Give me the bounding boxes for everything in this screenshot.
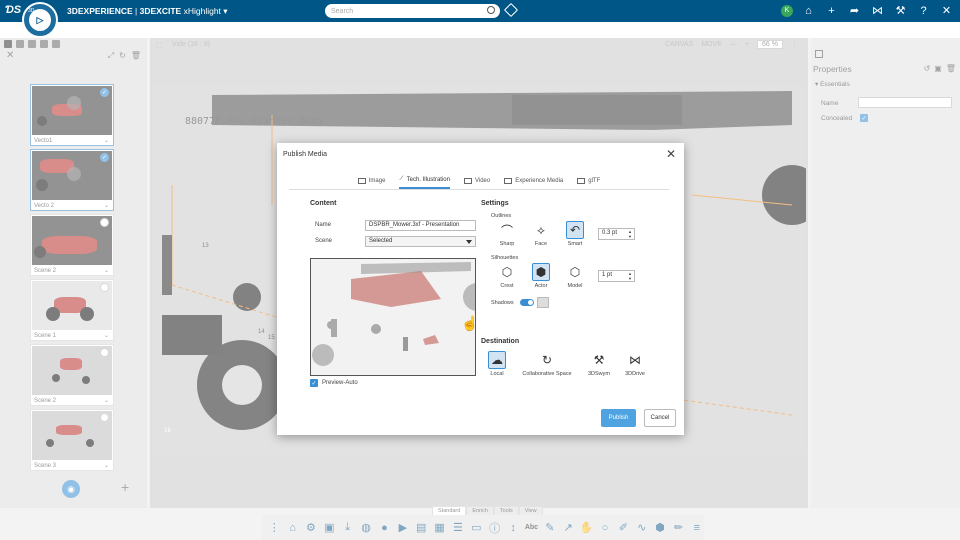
gltf-icon [577,177,586,184]
sharp-icon: ⌒ [500,223,513,238]
media-icon [504,177,513,184]
silhouette-width-stepper[interactable]: 1 pt ▲ ▼ [598,270,635,282]
outline-smart-option[interactable]: ↶ Smart [555,221,595,247]
crest-icon: ⬡ [501,265,513,279]
forward-icon[interactable]: ➦ [847,3,862,18]
tab-gltf[interactable]: glTF [577,174,600,189]
publish-media-dialog: Publish Media ✕ Image ⟋ Tech. Illustratio… [277,143,684,435]
app-title: 3DEXPERIENCE | 3DEXCITE xHighlight ▾ [67,6,228,16]
app-name: 3DEXCITE [139,6,182,16]
app-sub: xHighlight [183,6,221,16]
content-title: Content [310,200,337,207]
dialog-title: Publish Media [283,151,327,158]
compass-icon[interactable]: ▷ 3D V.R [22,2,58,38]
name-input[interactable]: DSPBR_Mower.3xf - Presentation [365,220,476,231]
avatar[interactable]: K [781,4,793,17]
fullscreen-icon[interactable]: ✕ [939,3,954,18]
vector-icon: ⟋ [399,176,404,182]
tools-icon[interactable]: ⚒ [893,3,908,18]
face-icon: ⟡ [537,222,545,237]
help-icon[interactable]: ? [916,3,931,18]
outline-width-stepper[interactable]: 0.3 pt ▲ ▼ [598,228,635,240]
destination-3dswym-option[interactable]: ⚒ 3DSwym [579,351,619,377]
shadows-toggle[interactable] [520,299,534,306]
secondary-strip [0,22,960,38]
scene-select[interactable]: Selected [365,236,476,247]
smart-icon: ↶ [566,221,584,239]
chevron-down-icon [466,240,472,244]
collaborative-space-icon: ↻ [541,353,553,367]
network-icon[interactable]: ⋈ [870,3,885,18]
preview-auto-checkbox[interactable]: ✓ [310,379,318,387]
add-icon[interactable]: + [824,3,839,18]
destination-title: Destination [481,338,520,345]
publish-button[interactable]: Publish [601,409,636,427]
cancel-button[interactable]: Cancel [644,409,676,427]
tab-experience-media[interactable]: Experience Media [504,174,563,189]
model-icon: ⬡ [569,265,581,279]
image-icon [357,177,366,184]
brand-label: 3DEXPERIENCE [67,6,133,16]
tag-icon[interactable] [503,2,519,18]
destination-collaborative-space-option[interactable]: ↻ Collaborative Space [517,351,577,377]
share-tag-icon[interactable]: ⌂ [801,3,816,18]
actor-icon: ⬢ [532,263,550,281]
cloud-upload-icon: ☁ [488,351,506,369]
video-icon [463,177,472,184]
dassault-logo-icon: ƊS [5,4,22,16]
settings-title: Settings [481,200,509,207]
dialog-tabs: Image ⟋ Tech. Illustration Video Experien… [289,174,669,190]
top-bar: ƊS 3DEXPERIENCE | 3DEXCITE xHighlight ▾ … [0,0,960,22]
preview-image: ☝ [310,258,476,376]
shadow-color-swatch[interactable] [537,297,549,308]
3ddrive-icon: ⋈ [629,353,641,367]
silhouette-model-option[interactable]: ⬡ Model [555,263,595,289]
3dswym-icon: ⚒ [593,353,605,367]
search-icon[interactable] [487,6,495,14]
destination-local-option[interactable]: ☁ Local [477,351,517,377]
close-icon[interactable]: ✕ [666,147,676,161]
tab-video[interactable]: Video [463,174,490,189]
hand-cursor-icon: ☝ [461,315,475,332]
tab-image[interactable]: Image [357,174,385,189]
tab-tech-illustration[interactable]: ⟋ Tech. Illustration [399,174,450,189]
destination-3ddrive-option[interactable]: ⋈ 3DDrive [615,351,655,377]
search-input[interactable]: Search [325,4,500,18]
